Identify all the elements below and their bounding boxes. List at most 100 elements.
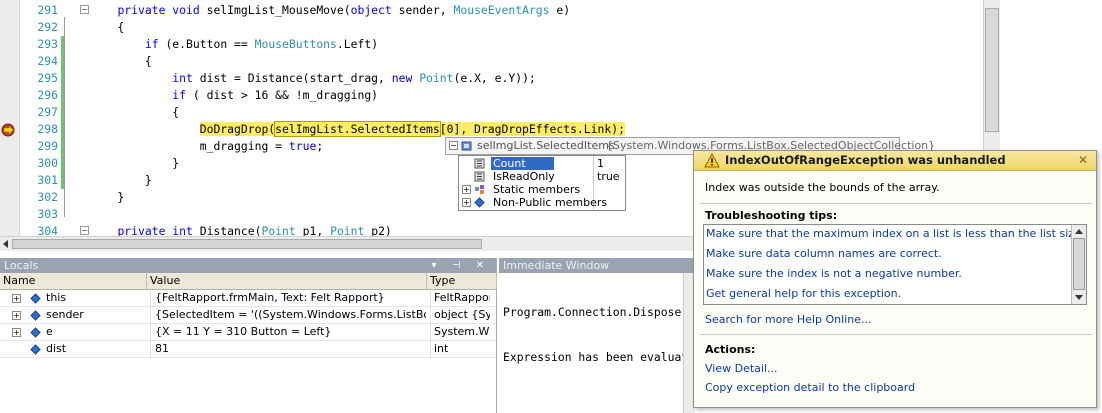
- locals-title: Locals: [4, 259, 39, 272]
- code-token: }: [90, 190, 125, 204]
- line-number: 295: [37, 71, 58, 85]
- code-line[interactable]: 292 {: [20, 19, 1000, 36]
- immediate-title-bar[interactable]: Immediate Window: [499, 258, 695, 273]
- tips-scrollbar[interactable]: [1071, 225, 1086, 304]
- scroll-thumb[interactable]: [985, 8, 999, 132]
- local-variable-icon: [30, 327, 41, 338]
- indicator-margin[interactable]: [0, 0, 20, 236]
- exception-header: IndexOutOfRangeException was unhandled ✕: [694, 151, 1096, 171]
- code-line[interactable]: 293 if (e.Button == MouseButtons.Left): [20, 36, 1000, 53]
- current-statement-token: selImgList.SelectedItems: [274, 121, 441, 137]
- tip-link[interactable]: Get general help for this exception.: [706, 287, 901, 300]
- datatip-member-row[interactable]: + Non-Public members: [459, 196, 625, 209]
- local-variable-icon: [30, 344, 41, 355]
- expand-icon[interactable]: +: [462, 198, 471, 207]
- scroll-up-arrow-icon[interactable]: [1075, 229, 1083, 234]
- tip-link[interactable]: Make sure that the maximum index on a li…: [706, 227, 1084, 240]
- code-token: ( dist > 16 && !m_dragging): [192, 88, 379, 102]
- member-value[interactable]: 1: [597, 157, 604, 170]
- code-text: {: [90, 104, 179, 121]
- line-number: 301: [37, 173, 58, 187]
- locals-window[interactable]: Locals ▾ ⊣ ✕ Name Value Type + this {FeltR…: [0, 258, 497, 413]
- copy-exception-detail-link[interactable]: Copy exception detail to the clipboard: [705, 381, 915, 394]
- tip-link[interactable]: Make sure data column names are correct.: [706, 247, 942, 260]
- line-number: 302: [37, 190, 58, 204]
- code-token: (e.Button ==: [165, 37, 255, 51]
- scroll-left-arrow-icon[interactable]: [3, 240, 8, 248]
- code-token: .Left): [336, 37, 379, 51]
- line-number: 299: [37, 139, 58, 153]
- close-icon[interactable]: ✕: [1078, 153, 1088, 167]
- code-token: Point: [419, 71, 454, 85]
- local-variable-icon: [30, 293, 41, 304]
- scroll-thumb[interactable]: [1073, 238, 1085, 290]
- expand-icon[interactable]: +: [12, 294, 21, 303]
- scroll-down-arrow-icon[interactable]: [1075, 295, 1083, 300]
- column-header-value[interactable]: Value: [147, 273, 427, 289]
- locals-title-bar[interactable]: Locals ▾ ⊣ ✕: [0, 258, 496, 273]
- troubleshooting-header: Troubleshooting tips:: [705, 209, 838, 222]
- locals-row[interactable]: + e {X = 11 Y = 310 Button = Left} System.W…: [0, 324, 496, 341]
- property-icon: [474, 158, 485, 169]
- expand-icon[interactable]: +: [12, 311, 21, 320]
- local-name: this: [46, 291, 67, 304]
- local-value[interactable]: {SelectedItem = '((System.Windows.Forms.…: [150, 307, 426, 323]
- property-icon: [474, 171, 485, 182]
- exception-title: IndexOutOfRangeException was unhandled: [725, 153, 1006, 167]
- immediate-output[interactable]: Program.Connection.Dispose() Expression …: [499, 273, 695, 397]
- expand-icon[interactable]: +: [462, 185, 471, 194]
- column-header-name[interactable]: Name: [0, 273, 147, 289]
- member-name: Non-Public members: [493, 196, 608, 209]
- locals-row[interactable]: + sender {SelectedItem = '((System.Windows…: [0, 307, 496, 324]
- datatip-member-row[interactable]: + Static members: [459, 183, 625, 196]
- collapse-region-icon[interactable]: −: [80, 226, 89, 235]
- immediate-window[interactable]: Immediate Window Program.Connection.Disp…: [499, 258, 695, 413]
- datatip-member-row[interactable]: IsReadOnly true: [459, 170, 625, 183]
- code-line[interactable]: 296 if ( dist > 16 && !m_dragging): [20, 87, 1000, 104]
- code-token: Point: [330, 224, 365, 236]
- collapse-icon[interactable]: −: [449, 141, 458, 150]
- actions-header: Actions:: [705, 343, 756, 356]
- code-token: true: [288, 139, 317, 153]
- divider: [700, 334, 1092, 335]
- current-statement-token: DoDragDrop(: [199, 122, 276, 136]
- code-token: {: [90, 20, 125, 34]
- exception-assistant[interactable]: IndexOutOfRangeException was unhandled ✕…: [693, 150, 1097, 408]
- code-token: }: [90, 156, 180, 170]
- local-name: sender: [46, 308, 84, 321]
- locals-row[interactable]: + this {FeltRapport.frmMain, Text: Felt Ra…: [0, 290, 496, 307]
- code-text: int dist = Distance(start_drag, new Poin…: [90, 70, 536, 87]
- tip-link[interactable]: Make sure the index is not a negative nu…: [706, 267, 962, 280]
- datatip-members-list[interactable]: Count 1 IsReadOnly true + Static members + Non-…: [458, 155, 626, 211]
- line-number: 292: [37, 20, 58, 34]
- code-text: if ( dist > 16 && !m_dragging): [90, 87, 378, 104]
- locals-row[interactable]: dist 81 int: [0, 341, 496, 358]
- local-name: dist: [46, 342, 67, 355]
- scroll-thumb[interactable]: [12, 239, 482, 249]
- code-line[interactable]: 297 {: [20, 104, 1000, 121]
- code-line[interactable]: 298 DoDragDrop(selImgList.SelectedItems[…: [20, 121, 1000, 138]
- current-statement-token: [0], DragDropEffects.Link);: [439, 122, 625, 136]
- view-detail-link[interactable]: View Detail...: [705, 362, 778, 375]
- code-line[interactable]: 294 {: [20, 53, 1000, 70]
- code-line[interactable]: 291 − private void selImgList_MouseMove(o…: [20, 2, 1000, 19]
- code-token: new: [391, 71, 420, 85]
- code-token: private int: [117, 224, 200, 236]
- search-help-online-link[interactable]: Search for more Help Online...: [705, 313, 871, 326]
- local-type: int: [430, 341, 490, 357]
- troubleshooting-tips-list[interactable]: Make sure that the maximum index on a li…: [703, 224, 1087, 305]
- datatip-member-row[interactable]: Count 1: [459, 157, 625, 170]
- member-value[interactable]: true: [597, 170, 620, 183]
- collapse-region-icon[interactable]: −: [80, 5, 89, 14]
- code-line[interactable]: 295 int dist = Distance(start_drag, new …: [20, 70, 1000, 87]
- column-header-type[interactable]: Type: [427, 273, 497, 289]
- window-controls-icon[interactable]: ▾ ⊣ ✕: [432, 258, 490, 273]
- local-value[interactable]: {X = 11 Y = 310 Button = Left}: [150, 324, 426, 340]
- immediate-line: Program.Connection.Dispose(): [503, 305, 695, 319]
- local-type: object {System.Windows.Forms.ListBox}: [430, 307, 490, 323]
- code-token: }: [90, 173, 152, 187]
- local-value[interactable]: {FeltRapport.frmMain, Text: Felt Rapport…: [150, 290, 426, 306]
- field-icon: [474, 197, 485, 208]
- expand-icon[interactable]: +: [12, 328, 21, 337]
- local-value[interactable]: 81: [150, 341, 426, 357]
